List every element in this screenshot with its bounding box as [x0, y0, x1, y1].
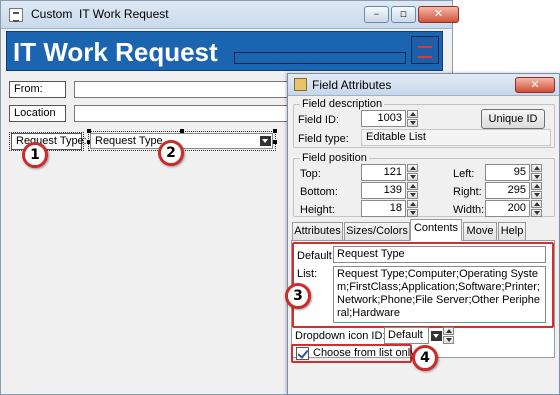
request-type-label: Request Type: — [11, 133, 87, 150]
spin-down-icon[interactable] — [407, 173, 418, 181]
title-bar: Custom IT Work Request – ▫ ✕ — [1, 1, 459, 29]
left-spinner[interactable] — [531, 164, 542, 181]
spin-down-icon[interactable] — [407, 119, 418, 127]
dialog-title: Field Attributes — [312, 78, 392, 92]
list-label: List: — [297, 268, 318, 280]
annotation-badge-4: 4 — [412, 345, 438, 371]
field-id-spinner[interactable] — [407, 110, 418, 127]
height-spinner[interactable] — [407, 200, 418, 217]
dialog-title-bar: Field Attributes ✕ — [288, 74, 559, 96]
spin-up-icon[interactable] — [531, 200, 542, 208]
tab-sizes-colors[interactable]: Sizes/Colors — [344, 222, 410, 240]
app-icon — [9, 8, 23, 22]
right-input[interactable]: 295 — [485, 182, 530, 199]
spin-up-icon[interactable] — [443, 327, 454, 335]
width-label: Width: — [453, 204, 485, 216]
close-button[interactable]: ✕ — [418, 6, 459, 23]
annotation-badge-2: 2 — [158, 140, 184, 166]
spin-up-icon[interactable] — [531, 182, 542, 190]
bottom-spinner[interactable] — [407, 182, 418, 199]
left-input[interactable]: 95 — [485, 164, 530, 181]
field-id-input[interactable]: 1003 — [361, 110, 406, 127]
chevron-down-icon[interactable] — [431, 331, 442, 341]
dropdown-icon-spinner[interactable] — [443, 327, 454, 344]
from-input[interactable] — [74, 81, 288, 98]
field-description-title: Field description — [300, 98, 385, 110]
unique-id-button[interactable]: Unique ID — [481, 109, 545, 129]
header-banner: IT Work Request — [6, 31, 443, 71]
dropdown-icon-label: Dropdown icon ID: — [295, 330, 386, 342]
location-input[interactable] — [74, 105, 288, 122]
dropdown-icon-input[interactable]: Default — [384, 327, 429, 344]
right-label: Right: — [453, 186, 482, 198]
banner-title: IT Work Request — [13, 37, 218, 67]
default-label: Default: — [297, 250, 335, 262]
selection-handle[interactable] — [273, 140, 277, 144]
top-spinner[interactable] — [407, 164, 418, 181]
window-title: Custom IT Work Request — [31, 7, 169, 21]
list-textarea[interactable]: Request Type;Computer;Operating System;F… — [333, 266, 546, 323]
choose-from-list-checkbox[interactable] — [296, 347, 309, 360]
banner-field[interactable] — [234, 52, 406, 64]
width-input[interactable]: 200 — [485, 200, 530, 217]
spin-down-icon[interactable] — [407, 209, 418, 217]
from-label: From: — [9, 81, 66, 98]
field-type-value: Editable List — [361, 129, 551, 146]
default-input[interactable]: Request Type — [333, 246, 546, 263]
list-text: Request Type;Computer;Operating System;F… — [337, 268, 540, 319]
spin-down-icon[interactable] — [407, 191, 418, 199]
tab-help[interactable]: Help — [498, 222, 526, 240]
chevron-down-icon[interactable] — [260, 136, 271, 146]
left-label: Left: — [453, 168, 475, 180]
tab-contents[interactable]: Contents — [410, 219, 462, 241]
spin-down-icon[interactable] — [531, 191, 542, 199]
request-type-value: Request Type — [95, 135, 163, 147]
spin-up-icon[interactable] — [407, 200, 418, 208]
spin-down-icon[interactable] — [531, 209, 542, 217]
bottom-label: Bottom: — [300, 186, 338, 198]
dialog-icon — [294, 78, 307, 91]
spin-up-icon[interactable] — [407, 182, 418, 190]
selection-handle[interactable] — [273, 129, 277, 133]
annotation-badge-3: 3 — [285, 283, 311, 309]
field-id-label: Field ID: — [298, 114, 339, 126]
top-input[interactable]: 121 — [361, 164, 406, 181]
height-input[interactable]: 18 — [361, 200, 406, 217]
field-position-title: Field position — [300, 152, 369, 164]
field-type-label: Field type: — [298, 133, 349, 145]
tab-move[interactable]: Move — [463, 222, 497, 240]
minimize-button[interactable]: – — [364, 6, 389, 23]
spin-up-icon[interactable] — [531, 164, 542, 172]
spin-up-icon[interactable] — [407, 164, 418, 172]
spin-down-icon[interactable] — [443, 336, 454, 344]
tab-attributes[interactable]: Attributes — [292, 222, 343, 240]
height-label: Height: — [300, 204, 335, 216]
location-label: Location — [9, 105, 66, 122]
annotation-badge-1: 1 — [22, 142, 48, 168]
maximize-button[interactable]: ▫ — [391, 6, 416, 23]
width-spinner[interactable] — [531, 200, 542, 217]
right-spinner[interactable] — [531, 182, 542, 199]
spin-down-icon[interactable] — [531, 173, 542, 181]
bottom-input[interactable]: 139 — [361, 182, 406, 199]
top-label: Top: — [300, 168, 321, 180]
dialog-close-button[interactable]: ✕ — [515, 77, 555, 93]
logo-icon — [411, 36, 439, 64]
spin-up-icon[interactable] — [407, 110, 418, 118]
choose-from-list-label[interactable]: Choose from list only — [313, 347, 416, 359]
